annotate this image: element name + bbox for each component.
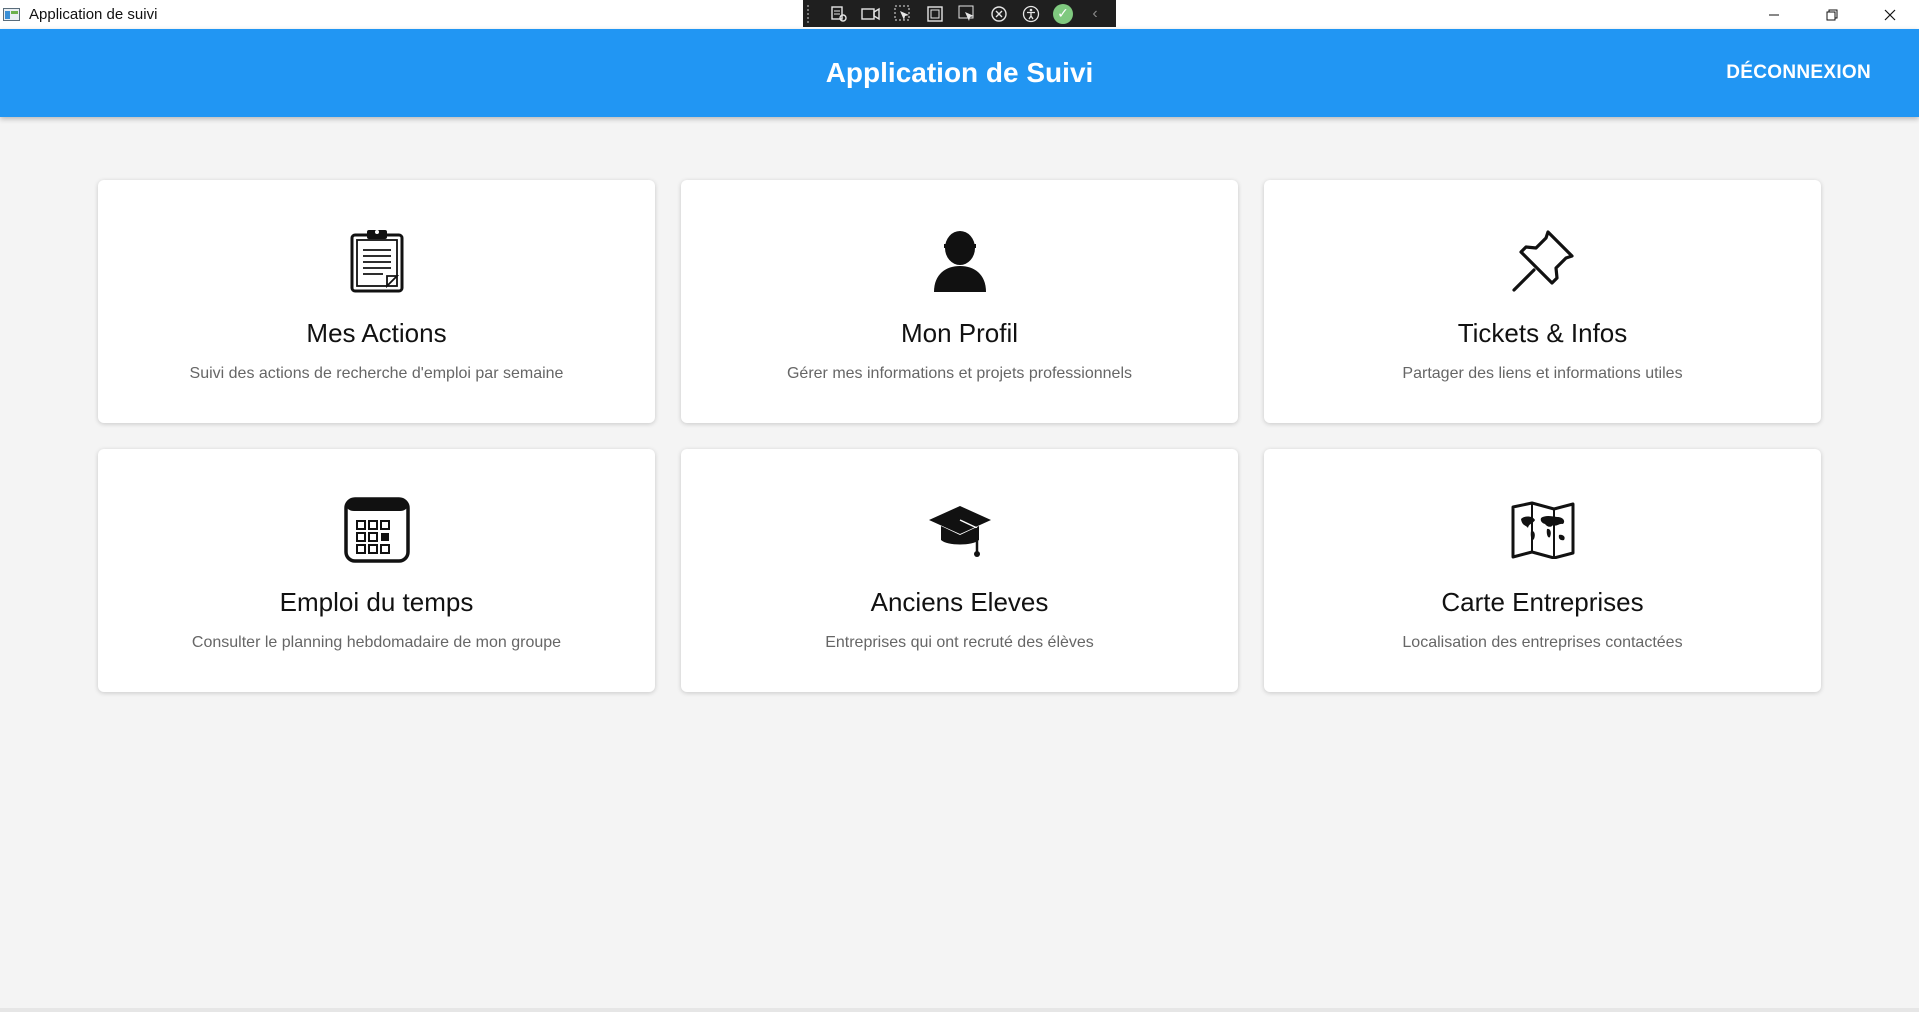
- pushpin-icon: [1508, 226, 1578, 296]
- window-controls: [1745, 0, 1919, 29]
- card-title: Mes Actions: [306, 318, 447, 348]
- card-description: Consulter le planning hebdomadaire de mo…: [191, 634, 562, 651]
- live-visual-tree-icon[interactable]: [823, 0, 855, 27]
- graduation-cap-icon: [925, 495, 995, 565]
- card-anciens-eleves[interactable]: Anciens Eleves Entreprises qui ont recru…: [681, 449, 1238, 692]
- card-description: Suivi des actions de recherche d'emploi …: [189, 365, 564, 382]
- card-mes-actions[interactable]: Mes Actions Suivi des actions de recherc…: [98, 180, 655, 423]
- app-header: Application de Suivi DÉCONNEXION: [0, 29, 1919, 117]
- logout-button[interactable]: DÉCONNEXION: [1726, 29, 1871, 117]
- page-title: Application de Suivi: [825, 57, 1094, 88]
- debug-toolbar: ✓ ‹: [803, 0, 1116, 27]
- restore-button[interactable]: [1803, 0, 1861, 29]
- card-title: Anciens Eleves: [870, 587, 1049, 617]
- card-description: Gérer mes informations et projets profes…: [786, 365, 1133, 382]
- display-layout-adorners-icon[interactable]: [919, 0, 951, 27]
- dashboard-grid: Mes Actions Suivi des actions de recherc…: [98, 180, 1821, 692]
- close-button[interactable]: [1861, 0, 1919, 29]
- world-map-icon: [1508, 495, 1578, 565]
- card-description: Localisation des entreprises contactées: [1402, 634, 1683, 651]
- video-icon[interactable]: [855, 0, 887, 27]
- card-title: Emploi du temps: [279, 587, 474, 617]
- toolbar-grip[interactable]: [807, 4, 813, 23]
- accessibility-icon[interactable]: [1015, 0, 1047, 27]
- minimize-button[interactable]: [1745, 0, 1803, 29]
- clipboard-icon: [342, 226, 412, 296]
- user-icon: [925, 226, 995, 296]
- card-emploi-du-temps[interactable]: Emploi du temps Consulter le planning he…: [98, 449, 655, 692]
- card-description: Partager des liens et informations utile…: [1402, 365, 1683, 382]
- app-icon: [3, 7, 21, 23]
- hot-reload-icon[interactable]: [983, 0, 1015, 27]
- select-element-icon[interactable]: [887, 0, 919, 27]
- card-description: Entreprises qui ont recruté des élèves: [825, 634, 1094, 651]
- binding-ok-icon[interactable]: ✓: [1047, 0, 1079, 27]
- card-tickets-infos[interactable]: Tickets & Infos Partager des liens et in…: [1264, 180, 1821, 423]
- calendar-icon: [342, 495, 412, 565]
- card-carte-entreprises[interactable]: Carte Entreprises Localisation des entre…: [1264, 449, 1821, 692]
- card-title: Tickets & Infos: [1457, 318, 1628, 348]
- card-mon-profil[interactable]: Mon Profil Gérer mes informations et pro…: [681, 180, 1238, 423]
- track-focus-icon[interactable]: [951, 0, 983, 27]
- window-bottom-edge: [0, 1008, 1919, 1012]
- window-title: Application de suivi: [29, 6, 158, 23]
- card-title: Mon Profil: [900, 318, 1019, 348]
- card-title: Carte Entreprises: [1441, 587, 1644, 617]
- collapse-icon[interactable]: ‹: [1079, 0, 1111, 27]
